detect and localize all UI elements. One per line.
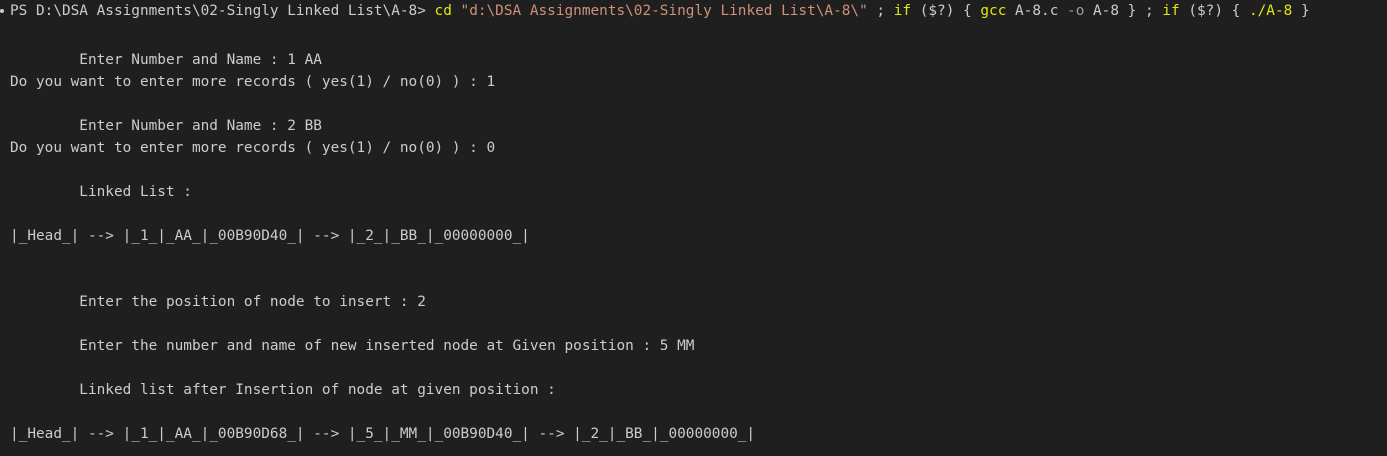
output-line: Enter Number and Name : 1 AA (10, 52, 322, 68)
if-keyword: if (893, 3, 912, 19)
prompt: PS D:\DSA Assignments\02-Singly Linked L… (10, 3, 435, 19)
cd-path: "d:\DSA Assignments\02-Singly Linked Lis… (460, 3, 868, 19)
gcc-command: gcc (980, 3, 1007, 19)
linked-list-output: |_Head_| --> |_1_|_AA_|_00B90D68_| --> |… (10, 426, 756, 442)
separator: ; (867, 3, 894, 19)
run-command: ./A-8 (1248, 3, 1293, 19)
block-end: } (1292, 3, 1310, 19)
if-keyword: if (1162, 3, 1180, 19)
output-line: Enter Number and Name : 2 BB (10, 118, 322, 134)
output-line: Linked list after Insertion of node at g… (10, 382, 556, 398)
output-line: Do you want to enter more records ( yes(… (10, 140, 496, 156)
command-decoration-icon[interactable] (0, 9, 4, 13)
terminal-panel[interactable]: PS D:\DSA Assignments\02-Singly Linked L… (0, 0, 1387, 456)
gcc-output: A-8 } ; (1084, 3, 1163, 19)
command-line: PS D:\DSA Assignments\02-Singly Linked L… (10, 0, 1310, 22)
output-line: Enter the position of node to insert : 2 (10, 294, 426, 310)
gcc-output-flag: -o (1067, 3, 1085, 19)
linked-list-output: |_Head_| --> |_1_|_AA_|_00B90D40_| --> |… (10, 228, 530, 244)
output-line: Enter the number and name of new inserte… (10, 338, 695, 354)
condition: ($?) { (911, 3, 981, 19)
condition: ($?) { (1179, 3, 1249, 19)
gcc-source: A-8.c (1006, 3, 1068, 19)
output-line: Do you want to enter more records ( yes(… (10, 74, 496, 90)
output-line: Linked List : (10, 184, 192, 200)
cd-command: cd (434, 3, 452, 19)
